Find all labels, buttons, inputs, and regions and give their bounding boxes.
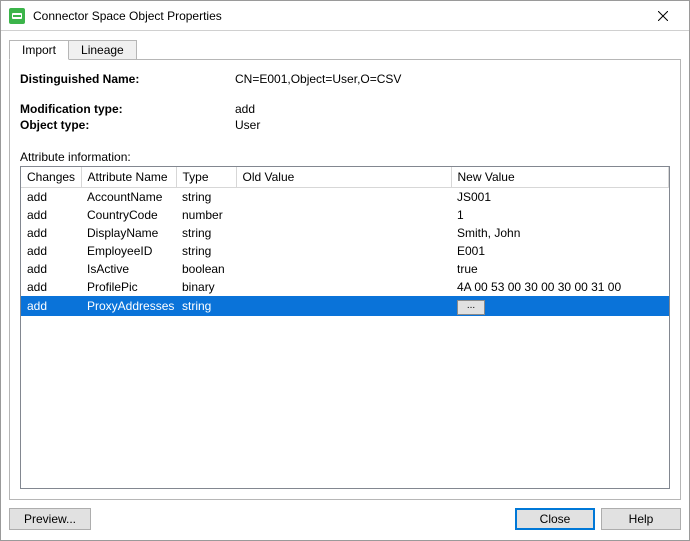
cell-attr-name: AccountName xyxy=(81,188,176,206)
cell-new-value: JS001 xyxy=(451,188,669,206)
table-row[interactable]: addProxyAddressesstring... xyxy=(21,296,669,316)
col-old-value[interactable]: Old Value xyxy=(236,167,451,188)
cell-changes: add xyxy=(21,242,81,260)
help-button[interactable]: Help xyxy=(601,508,681,530)
modtype-label: Modification type: xyxy=(20,102,235,116)
cell-attr-name: DisplayName xyxy=(81,224,176,242)
close-icon[interactable] xyxy=(643,2,683,30)
cell-type: string xyxy=(176,296,236,316)
cell-changes: add xyxy=(21,260,81,278)
tabs-strip: Import Lineage xyxy=(9,36,681,60)
cell-changes: add xyxy=(21,224,81,242)
cell-new-value: ... xyxy=(451,296,669,316)
cell-type: string xyxy=(176,188,236,206)
cell-new-value: Smith, John xyxy=(451,224,669,242)
table-row[interactable]: addCountryCodenumber 1 xyxy=(21,206,669,224)
cell-old-value xyxy=(236,224,451,242)
table-row[interactable]: addEmployeeIDstring E001 xyxy=(21,242,669,260)
table-row[interactable]: addAccountNamestring JS001 xyxy=(21,188,669,206)
titlebar: Connector Space Object Properties xyxy=(1,1,689,31)
attribute-info-label: Attribute information: xyxy=(20,150,670,164)
col-changes[interactable]: Changes xyxy=(21,167,81,188)
tab-import[interactable]: Import xyxy=(9,40,69,60)
attribute-grid: Changes Attribute Name Type Old Value Ne… xyxy=(20,166,670,489)
cell-type: binary xyxy=(176,278,236,296)
cell-old-value xyxy=(236,206,451,224)
header-info: Distinguished Name: CN=E001,Object=User,… xyxy=(20,72,670,134)
cell-old-value xyxy=(236,188,451,206)
window-title: Connector Space Object Properties xyxy=(33,9,643,23)
tab-body: Distinguished Name: CN=E001,Object=User,… xyxy=(9,60,681,500)
app-icon xyxy=(9,8,25,24)
cell-new-value: 1 xyxy=(451,206,669,224)
objtype-value: User xyxy=(235,118,670,132)
cell-attr-name: CountryCode xyxy=(81,206,176,224)
dn-value: CN=E001,Object=User,O=CSV xyxy=(235,72,670,86)
ellipsis-button[interactable]: ... xyxy=(457,300,485,315)
cell-attr-name: IsActive xyxy=(81,260,176,278)
dialog-window: Connector Space Object Properties Import… xyxy=(0,0,690,541)
modtype-value: add xyxy=(235,102,670,116)
cell-changes: add xyxy=(21,206,81,224)
cell-type: string xyxy=(176,224,236,242)
table-row[interactable]: addIsActiveboolean true xyxy=(21,260,669,278)
cell-changes: add xyxy=(21,296,81,316)
cell-attr-name: EmployeeID xyxy=(81,242,176,260)
cell-new-value: 4A 00 53 00 30 00 30 00 31 00 xyxy=(451,278,669,296)
cell-old-value xyxy=(236,260,451,278)
objtype-label: Object type: xyxy=(20,118,235,132)
cell-old-value xyxy=(236,278,451,296)
dn-label: Distinguished Name: xyxy=(20,72,235,86)
grid-empty-area xyxy=(21,316,669,426)
cell-type: number xyxy=(176,206,236,224)
button-row: Preview... Close Help xyxy=(1,508,689,540)
col-attr-name[interactable]: Attribute Name xyxy=(81,167,176,188)
cell-changes: add xyxy=(21,278,81,296)
col-type[interactable]: Type xyxy=(176,167,236,188)
col-new-value[interactable]: New Value xyxy=(451,167,669,188)
table-row[interactable]: addProfilePicbinary 4A 00 53 00 30 00 30 … xyxy=(21,278,669,296)
close-button[interactable]: Close xyxy=(515,508,595,530)
cell-attr-name: ProxyAddresses xyxy=(81,296,176,316)
cell-new-value: E001 xyxy=(451,242,669,260)
grid-header-row: Changes Attribute Name Type Old Value Ne… xyxy=(21,167,669,188)
table-row[interactable]: addDisplayNamestring Smith, John xyxy=(21,224,669,242)
cell-old-value xyxy=(236,296,451,316)
cell-type: string xyxy=(176,242,236,260)
preview-button[interactable]: Preview... xyxy=(9,508,91,530)
tab-lineage[interactable]: Lineage xyxy=(69,40,137,60)
cell-type: boolean xyxy=(176,260,236,278)
cell-new-value: true xyxy=(451,260,669,278)
cell-old-value xyxy=(236,242,451,260)
cell-attr-name: ProfilePic xyxy=(81,278,176,296)
cell-changes: add xyxy=(21,188,81,206)
